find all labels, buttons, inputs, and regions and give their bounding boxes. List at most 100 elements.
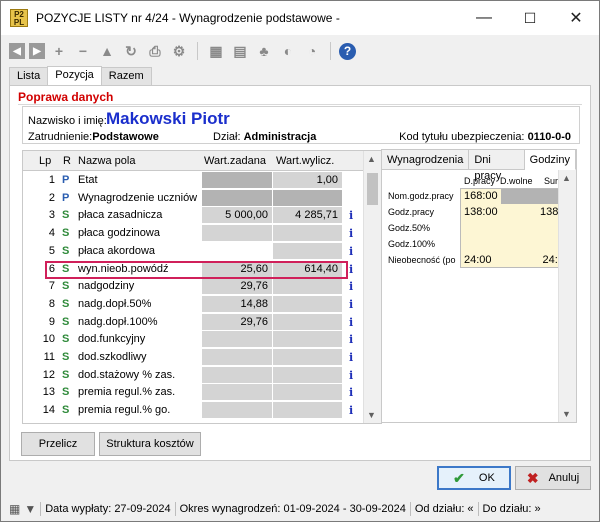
table-row[interactable]: 8 Snadg.dopł.50% 14,88 i <box>23 295 363 313</box>
row-set-value[interactable]: 5 000,00 <box>202 207 273 225</box>
row-set-value[interactable] <box>202 402 273 420</box>
hours-d-wolne[interactable] <box>501 205 537 220</box>
row-set-value[interactable]: 29,76 <box>202 313 273 331</box>
scroll-down-icon[interactable]: ▼ <box>562 409 571 419</box>
row-set-value[interactable]: 29,76 <box>202 278 273 296</box>
info-icon[interactable]: i <box>349 245 359 260</box>
toolbar-separator <box>197 42 198 60</box>
positions-grid[interactable]: Lp R Nazwa pola Wart.zadana Wart.wylicz.… <box>22 150 382 424</box>
table-row[interactable]: 6 Swyn.nieob.powódź 25,60 614,40 i <box>23 260 363 278</box>
col-name[interactable]: Nazwa pola <box>78 155 135 167</box>
row-type-icon: S <box>62 262 70 275</box>
info-icon[interactable]: i <box>349 298 359 313</box>
report-icon[interactable]: ▦ <box>206 41 226 61</box>
info-icon[interactable] <box>349 192 359 207</box>
col-calc-value[interactable]: Wart.wylicz. <box>276 155 334 167</box>
add-icon[interactable]: + <box>49 41 69 61</box>
remove-icon[interactable]: − <box>73 41 93 61</box>
table-row[interactable]: 1 P Etat 1,00 <box>23 172 363 189</box>
row-set-value[interactable] <box>202 331 273 349</box>
hours-d-pracy[interactable] <box>461 221 501 236</box>
hours-scrollbar[interactable]: ▲ ▼ <box>558 170 576 422</box>
recalc-button[interactable]: Przelicz <box>21 432 95 456</box>
hours-d-wolne[interactable] <box>501 253 537 268</box>
row-set-value[interactable] <box>202 242 273 260</box>
table-row[interactable]: 2 P Wynagrodzenie uczniów <box>23 189 363 207</box>
users-icon[interactable]: ♣ <box>254 41 274 61</box>
info-icon[interactable]: i <box>349 209 359 224</box>
info-icon[interactable]: i <box>349 280 359 295</box>
tab-godziny[interactable]: Godziny <box>524 150 576 170</box>
hours-d-wolne[interactable] <box>501 237 537 252</box>
info-icon[interactable] <box>349 174 359 189</box>
help-icon[interactable]: ? <box>339 42 356 60</box>
row-set-value[interactable] <box>202 366 273 384</box>
tab-lista[interactable]: Lista <box>9 67 49 85</box>
row-set-value[interactable] <box>202 189 273 207</box>
tab-razem[interactable]: Razem <box>100 67 152 85</box>
cycle-icon[interactable]: ◐ <box>278 41 298 61</box>
info-icon[interactable]: i <box>349 369 359 384</box>
print-icon[interactable]: ⎙ <box>145 41 165 61</box>
hours-d-pracy[interactable]: 168:00 <box>461 189 501 204</box>
prev-record-icon[interactable]: ◀ <box>9 43 25 59</box>
tab-pozycja[interactable]: Pozycja <box>47 66 102 85</box>
row-type-icon: S <box>62 351 70 363</box>
info-icon[interactable]: i <box>349 263 359 278</box>
table-row[interactable]: 4 Spłaca godzinowa i <box>23 225 363 243</box>
table-row[interactable]: 10 Sdod.funkcyjny i <box>23 331 363 349</box>
scroll-up-icon[interactable]: ▲ <box>562 173 571 183</box>
filter-icon[interactable]: ▼ <box>24 502 36 516</box>
grid-scrollbar[interactable]: ▲ ▼ <box>363 151 381 423</box>
col-set-value[interactable]: Wart.zadana <box>204 155 266 167</box>
warning-icon[interactable]: ▲ <box>97 41 117 61</box>
table-row[interactable]: 14 Spremia regul.% go. i <box>23 402 363 420</box>
scroll-up-icon[interactable]: ▲ <box>367 154 376 164</box>
info-icon[interactable]: i <box>349 386 359 401</box>
info-icon[interactable]: i <box>349 316 359 331</box>
table-row[interactable]: 5 Spłaca akordowa i <box>23 242 363 260</box>
row-set-value[interactable] <box>202 225 273 243</box>
from-department[interactable]: Od działu: « <box>415 503 474 515</box>
hours-d-pracy[interactable] <box>461 237 501 252</box>
hours-d-pracy[interactable]: 24:00 <box>461 253 501 268</box>
table-row[interactable]: 7 Snadgodziny 29,76 i <box>23 278 363 296</box>
hours-d-wolne[interactable] <box>501 189 537 204</box>
table-row[interactable]: 3 Spłaca zasadnicza 5 000,00 4 285,71 i <box>23 207 363 225</box>
next-record-icon[interactable]: ▶ <box>29 43 45 59</box>
minimize-button[interactable]: — <box>461 1 507 35</box>
ok-button[interactable]: ✔ OK <box>437 466 511 490</box>
settings-gear-icon[interactable]: ⚙ <box>169 41 189 61</box>
cost-structure-button[interactable]: Struktura kosztów <box>99 432 201 456</box>
scroll-thumb[interactable] <box>367 173 378 205</box>
calendar-icon[interactable]: ▦ <box>9 502 20 516</box>
report-2-icon[interactable]: ▤ <box>230 41 250 61</box>
tab-wynagrodzenia[interactable]: Wynagrodzenia <box>382 150 470 170</box>
col-r[interactable]: R <box>63 155 71 167</box>
info-icon[interactable]: i <box>349 404 359 419</box>
table-row[interactable]: 13 Spremia regul.% zas. i <box>23 384 363 402</box>
hours-d-pracy[interactable]: 138:00 <box>461 205 501 220</box>
row-set-value[interactable] <box>202 349 273 366</box>
scroll-down-icon[interactable]: ▼ <box>367 410 376 420</box>
info-icon[interactable]: i <box>349 351 359 366</box>
maximize-button[interactable]: ☐ <box>507 1 553 35</box>
tab-dni-pracy[interactable]: Dni pracy <box>469 150 525 182</box>
history-icon[interactable]: ◔ <box>302 41 322 61</box>
row-set-value[interactable] <box>202 172 273 189</box>
hours-d-wolne[interactable] <box>501 221 537 236</box>
close-button[interactable]: ✕ <box>553 1 599 35</box>
table-row[interactable]: 12 Sdod.stażowy % zas. i <box>23 366 363 384</box>
cancel-button[interactable]: ✖ Anuluj <box>515 466 591 490</box>
row-set-value[interactable]: 25,60 <box>202 260 273 278</box>
table-row[interactable]: 11 Sdod.szkodliwy i <box>23 349 363 366</box>
row-set-value[interactable]: 14,88 <box>202 295 273 313</box>
table-row[interactable]: 9 Snadg.dopł.100% 29,76 i <box>23 313 363 331</box>
row-name: nadg.dopł.100% <box>78 315 158 328</box>
row-set-value[interactable] <box>202 384 273 402</box>
info-icon[interactable]: i <box>349 227 359 242</box>
refresh-icon[interactable]: ↻ <box>121 41 141 61</box>
col-lp[interactable]: Lp <box>39 155 51 167</box>
info-icon[interactable]: i <box>349 333 359 348</box>
to-department[interactable]: Do działu: » <box>483 503 541 515</box>
